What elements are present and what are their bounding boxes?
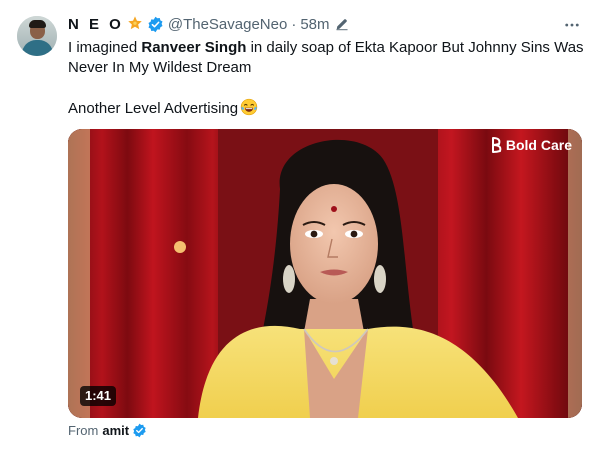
video-source: From amit <box>68 423 147 438</box>
star-icon <box>126 15 144 33</box>
tweet-time[interactable]: 58m <box>300 16 329 33</box>
text-before: I imagined <box>68 39 142 56</box>
bold-name: Ranveer Singh <box>141 39 247 56</box>
video-player[interactable]: Bold Care 1:41 <box>68 129 582 418</box>
tweet-text: I imagined Ranveer Singh in daily soap o… <box>68 38 588 119</box>
display-name[interactable]: N E O <box>68 16 124 33</box>
source-verified-badge-icon <box>132 423 147 438</box>
separator-dot: · <box>291 15 297 33</box>
verified-badge-icon <box>147 16 164 33</box>
source-prefix: From <box>68 423 99 438</box>
user-handle[interactable]: @TheSavageNeo <box>168 16 287 33</box>
brand-watermark: Bold Care <box>491 136 572 154</box>
brand-logo-icon <box>491 136 503 154</box>
text-line-2: Another Level Advertising <box>68 100 239 117</box>
source-user-link[interactable]: amit <box>102 423 129 438</box>
video-duration: 1:41 <box>80 386 117 406</box>
more-options-icon[interactable] <box>561 14 583 36</box>
tweet-header: N E O @TheSavageNeo · 58m <box>68 14 349 34</box>
laughing-tears-emoji-icon <box>240 98 258 116</box>
tweet-card: N E O @TheSavageNeo · 58m I imagined Ran… <box>0 0 607 450</box>
brand-name: Bold Care <box>505 137 572 153</box>
video-frame <box>68 129 582 418</box>
edit-pencil-icon[interactable] <box>335 17 349 31</box>
avatar[interactable] <box>17 16 57 56</box>
